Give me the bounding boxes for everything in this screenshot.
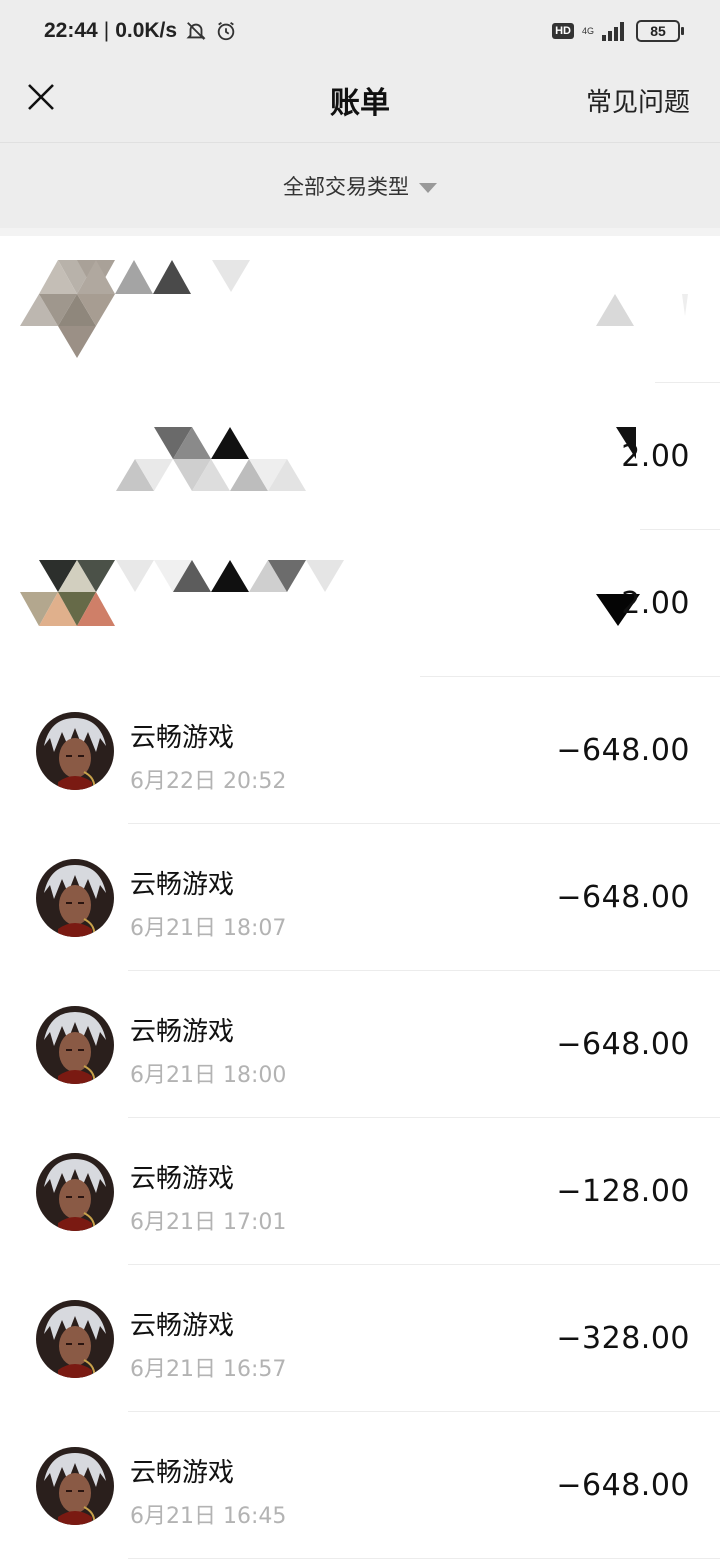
status-right: HD 4G 85 bbox=[552, 20, 684, 42]
filter-bar: 全部交易类型 bbox=[0, 142, 720, 228]
game-character-icon bbox=[36, 1153, 114, 1231]
merchant-avatar bbox=[36, 859, 114, 937]
redaction-mosaic bbox=[20, 560, 640, 626]
game-character-icon bbox=[36, 1300, 114, 1378]
merchant-name: 云畅游戏 bbox=[130, 723, 235, 753]
game-character-icon bbox=[36, 712, 114, 790]
transaction-time: 6月21日 16:57 bbox=[130, 1357, 287, 1382]
transaction-time: 6月22日 20:52 bbox=[130, 769, 287, 794]
merchant-name: 云畅游戏 bbox=[130, 1164, 235, 1194]
merchant-avatar bbox=[36, 1006, 114, 1084]
amount: 2.00 bbox=[621, 586, 690, 621]
network-type: 4G bbox=[581, 25, 594, 36]
bell-muted-icon bbox=[186, 22, 206, 40]
merchant-avatar bbox=[36, 1300, 114, 1378]
status-time: 22:44 bbox=[44, 19, 98, 42]
faq-link[interactable]: 常见问题 bbox=[586, 82, 690, 119]
redacted-transaction-row[interactable] bbox=[0, 236, 720, 383]
merchant-name: 云畅游戏 bbox=[130, 1311, 235, 1341]
transaction-row[interactable]: 云畅游戏 6月21日 17:01 −128.00 bbox=[0, 1118, 720, 1265]
status-left: 22:44 | 0.0K/s bbox=[44, 19, 237, 43]
game-character-icon bbox=[36, 1447, 114, 1525]
status-separator: | bbox=[103, 19, 110, 42]
dropdown-caret-icon bbox=[419, 183, 437, 193]
merchant-name: 云畅游戏 bbox=[130, 1458, 235, 1488]
redacted-transaction-row[interactable]: 2.00 bbox=[0, 383, 720, 530]
game-character-icon bbox=[36, 859, 114, 937]
transaction-row[interactable]: 云畅游戏 6月21日 18:07 −648.00 bbox=[0, 824, 720, 971]
transaction-row[interactable]: 云畅游戏 6月21日 16:57 −328.00 bbox=[0, 1265, 720, 1412]
transaction-time: 6月21日 18:07 bbox=[130, 916, 287, 941]
transaction-time: 6月21日 18:00 bbox=[130, 1063, 287, 1088]
amount: −648.00 bbox=[556, 880, 690, 915]
amount: 2.00 bbox=[621, 439, 690, 474]
amount: −648.00 bbox=[556, 1027, 690, 1062]
amount: −328.00 bbox=[556, 1321, 690, 1356]
section-gap bbox=[0, 228, 720, 236]
transaction-row[interactable]: 云畅游戏 6月21日 18:00 −648.00 bbox=[0, 971, 720, 1118]
status-net-speed: 0.0K/s bbox=[115, 19, 178, 42]
transaction-row[interactable]: 云畅游戏 6月21日 16:45 −648.00 bbox=[0, 1412, 720, 1559]
status-bar: 22:44 | 0.0K/s HD 4G 85 bbox=[0, 0, 720, 56]
battery-icon: 85 bbox=[636, 20, 684, 42]
merchant-avatar bbox=[36, 1153, 114, 1231]
redaction-mosaic bbox=[20, 260, 688, 358]
redaction-mosaic bbox=[116, 427, 636, 491]
redacted-transaction-row[interactable]: 2.00 bbox=[0, 530, 720, 677]
row-divider bbox=[128, 1558, 720, 1559]
merchant-name: 云畅游戏 bbox=[130, 1017, 235, 1047]
amount: −648.00 bbox=[556, 1468, 690, 1503]
transaction-time: 6月21日 17:01 bbox=[130, 1210, 287, 1235]
amount: −128.00 bbox=[556, 1174, 690, 1209]
signal-icon bbox=[602, 22, 624, 41]
filter-label: 全部交易类型 bbox=[283, 175, 409, 199]
transaction-type-filter[interactable]: 全部交易类型 bbox=[0, 171, 720, 201]
merchant-name: 云畅游戏 bbox=[130, 870, 235, 900]
transaction-time: 6月21日 16:45 bbox=[130, 1504, 287, 1529]
merchant-avatar bbox=[36, 1447, 114, 1525]
transaction-row[interactable]: 云畅游戏 6月22日 20:52 −648.00 bbox=[0, 677, 720, 824]
alarm-icon bbox=[217, 21, 235, 41]
nav-bar: 账单 常见问题 bbox=[0, 56, 720, 142]
hd-badge: HD bbox=[552, 23, 574, 39]
game-character-icon bbox=[36, 1006, 114, 1084]
amount: −648.00 bbox=[556, 733, 690, 768]
merchant-avatar bbox=[36, 712, 114, 790]
